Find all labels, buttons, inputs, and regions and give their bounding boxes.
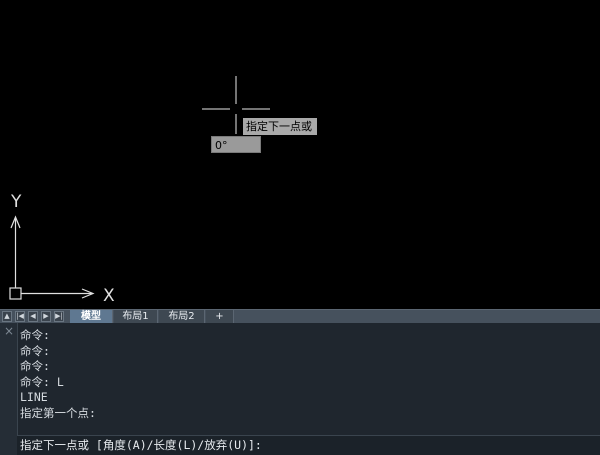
command-panel-gutter: × xyxy=(0,323,18,455)
collapse-up-icon[interactable]: ▲ xyxy=(2,311,12,322)
history-line: 指定第一个点: xyxy=(20,405,96,420)
tab-layout1[interactable]: 布局1 xyxy=(114,310,158,323)
layout-tab-bar: ▲ |◀ ◀ ▶ ▶| 模型 布局1 布局2 + xyxy=(0,309,600,323)
history-line: 命令: xyxy=(20,328,50,342)
history-line: LINE xyxy=(20,390,48,404)
angle-input-field[interactable]: 0° xyxy=(211,136,261,153)
ucs-axes-icon xyxy=(9,215,95,300)
add-layout-button[interactable]: + xyxy=(206,310,234,323)
cad-application: Y X 指定下一点或 0° ▲ |◀ ◀ ▶ ▶| 模型 布局1 布局2 + ×… xyxy=(0,0,600,455)
history-line: 命令: xyxy=(20,359,50,373)
next-tab-icon[interactable]: ▶ xyxy=(41,311,51,322)
canvas-graphics: Y X xyxy=(9,76,270,306)
ucs-x-label: X xyxy=(103,286,115,306)
command-prompt: 指定下一点或 [角度(A)/长度(L)/放弃(U)]: xyxy=(20,438,262,452)
last-tab-icon[interactable]: ▶| xyxy=(54,311,64,322)
history-line: 命令: L xyxy=(20,374,64,389)
previous-tab-icon[interactable]: ◀ xyxy=(28,311,38,322)
history-line: 命令: xyxy=(20,343,50,358)
drawing-canvas[interactable]: Y X 指定下一点或 0° xyxy=(0,0,600,309)
ucs-y-label: Y xyxy=(10,192,22,212)
tab-layout2[interactable]: 布局2 xyxy=(159,310,205,323)
command-input[interactable]: 指定下一点或 [角度(A)/长度(L)/放弃(U)]: xyxy=(17,435,600,455)
close-icon[interactable]: × xyxy=(4,325,14,337)
command-history: 命令: 命令: 命令: 命令: L LINE 指定第一个点: xyxy=(20,328,590,421)
command-line-panel: × 命令: 命令: 命令: 命令: L LINE 指定第一个点: 指定下一点或 … xyxy=(0,323,600,455)
tab-model[interactable]: 模型 xyxy=(70,310,113,323)
dynamic-input-tooltip: 指定下一点或 xyxy=(243,118,317,135)
first-tab-icon[interactable]: |◀ xyxy=(15,311,25,322)
